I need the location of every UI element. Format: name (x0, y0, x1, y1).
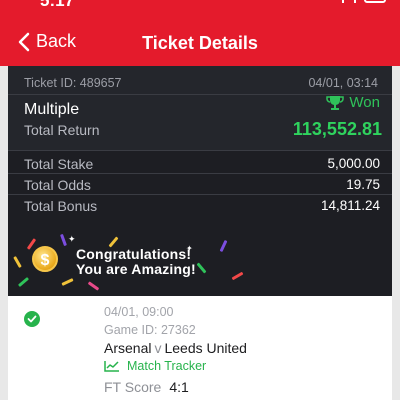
congrats-title: Congratulations! (76, 246, 192, 262)
sparkle-icon: ✦ (68, 234, 76, 244)
match-date: 04/01, 09:00 (104, 305, 174, 319)
trophy-icon (326, 95, 345, 110)
game-id: Game ID: 27362 (104, 323, 196, 337)
total-return-label: Total Return (24, 122, 100, 138)
away-team: Leeds United (164, 340, 247, 356)
versus-label: v (154, 340, 162, 356)
status-label: Won (349, 94, 380, 111)
match-tracker-link[interactable]: Match Tracker (104, 359, 206, 373)
congrats-subtitle: You are Amazing! (76, 261, 196, 277)
page-title: Ticket Details (142, 33, 258, 53)
divider (8, 194, 392, 195)
total-stake-value: 5,000.00 (327, 156, 380, 171)
total-return-value: 113,552.81 (292, 119, 382, 139)
total-odds-value: 19.75 (346, 177, 380, 192)
ft-score: FT Score 4:1 (104, 379, 189, 395)
battery-icon (364, 0, 386, 3)
ft-score-label: FT Score (104, 379, 162, 395)
divider (8, 173, 392, 174)
ticket-date: 04/01, 03:14 (308, 76, 378, 90)
ft-score-value: 4:1 (169, 379, 189, 395)
status-badge: Won (326, 94, 380, 111)
congrats-banner (8, 228, 392, 296)
total-bonus-value: 14,811.24 (320, 198, 380, 213)
check-circle-icon (24, 311, 40, 327)
check-icon (27, 315, 37, 323)
ticket-id: Ticket ID: 489657 (24, 76, 122, 90)
total-stake-label: Total Stake (24, 156, 94, 172)
match-teams: Arsenal v Leeds United (104, 340, 247, 356)
status-time: 5:17 (40, 0, 75, 10)
status-icons (342, 0, 386, 3)
wifi-icon (342, 0, 356, 3)
app-header: 5:17 Back Ticket Details (0, 0, 400, 66)
total-odds-label: Total Odds (24, 177, 91, 193)
match-tracker-label: Match Tracker (127, 359, 207, 373)
home-team: Arsenal (104, 340, 152, 356)
total-bonus-label: Total Bonus (24, 198, 98, 214)
divider (8, 150, 392, 151)
bet-type: Multiple (24, 101, 80, 118)
coin-icon: $ (32, 246, 58, 272)
line-chart-icon (104, 361, 119, 372)
